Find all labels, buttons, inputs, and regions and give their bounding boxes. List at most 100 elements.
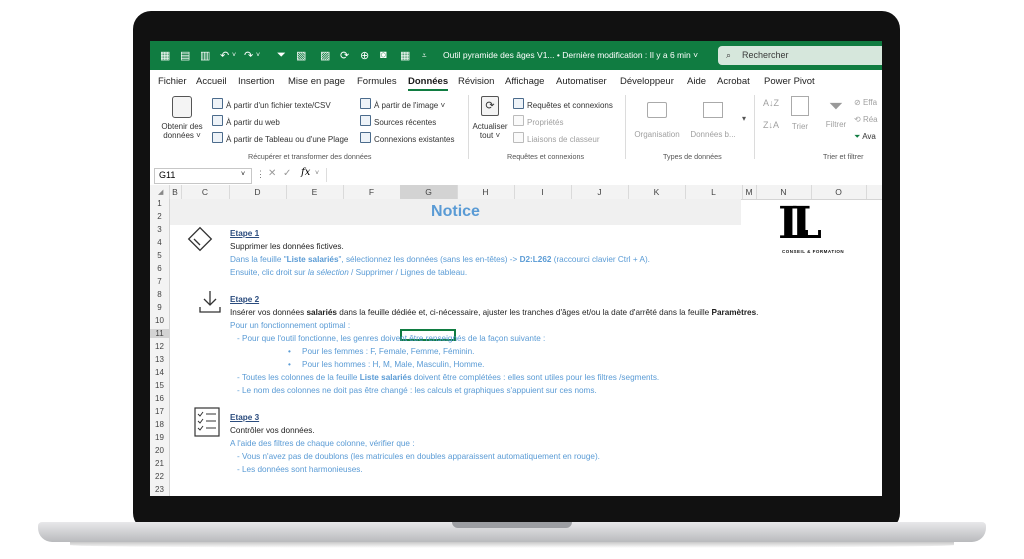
tab-automatiser[interactable]: Automatiser bbox=[556, 76, 607, 87]
tab-donnees[interactable]: Données bbox=[408, 76, 449, 91]
row-header[interactable]: 6 bbox=[150, 264, 169, 273]
column-header-h[interactable]: H bbox=[457, 187, 514, 197]
column-header-c[interactable]: C bbox=[181, 187, 229, 197]
organisation-type-button[interactable]: Organisation bbox=[628, 96, 686, 146]
camera-icon[interactable]: ◙ bbox=[380, 49, 387, 61]
calculator-icon[interactable]: ▦ bbox=[400, 49, 410, 62]
save-as-icon[interactable]: ▥ bbox=[200, 49, 210, 62]
search-box[interactable]: ⌕ Rechercher bbox=[718, 46, 882, 65]
row-header[interactable]: 1 bbox=[150, 199, 169, 208]
column-header-g[interactable]: G bbox=[400, 185, 457, 199]
advanced-button[interactable]: ⏷ Ava bbox=[854, 132, 876, 142]
row-header[interactable]: 20 bbox=[150, 446, 169, 455]
undo-icon[interactable]: ↶ bbox=[220, 49, 229, 62]
row-header-selected[interactable]: 11 bbox=[150, 329, 169, 338]
chevron-down-icon[interactable]: ˅ bbox=[315, 170, 319, 177]
tab-acrobat[interactable]: Acrobat bbox=[717, 76, 750, 87]
logo-letters: LL bbox=[778, 198, 822, 249]
row-header[interactable]: 15 bbox=[150, 381, 169, 390]
from-text-button[interactable]: À partir d'un fichier texte/CSV bbox=[212, 98, 331, 110]
tab-aide[interactable]: Aide bbox=[687, 76, 706, 87]
text-fragment-bold: Liste salariés bbox=[286, 255, 339, 264]
column-header-l[interactable]: L bbox=[685, 187, 742, 197]
row-header[interactable]: 7 bbox=[150, 277, 169, 286]
document-title[interactable]: Outil pyramide des âges V1... • Dernière… bbox=[443, 50, 698, 60]
column-header-i[interactable]: I bbox=[514, 187, 571, 197]
row-header[interactable]: 14 bbox=[150, 368, 169, 377]
column-header-j[interactable]: J bbox=[571, 187, 628, 197]
tab-formules[interactable]: Formules bbox=[357, 76, 397, 87]
queries-connections-button[interactable]: Requêtes et connexions bbox=[513, 98, 613, 110]
clear-filter-icon[interactable]: ▧ bbox=[296, 49, 306, 62]
row-header[interactable]: 16 bbox=[150, 394, 169, 403]
column-header-f[interactable]: F bbox=[343, 187, 400, 197]
customize-qat-icon[interactable]: ⩡ bbox=[422, 51, 427, 61]
row-header[interactable]: 21 bbox=[150, 459, 169, 468]
row-header[interactable]: 18 bbox=[150, 420, 169, 429]
column-header-n[interactable]: N bbox=[756, 187, 811, 197]
existing-connections-button[interactable]: Connexions existantes bbox=[360, 132, 455, 144]
row-header[interactable]: 9 bbox=[150, 303, 169, 312]
confirm-icon[interactable]: ✓ bbox=[283, 168, 291, 179]
tab-accueil[interactable]: Accueil bbox=[196, 76, 227, 87]
filter-button[interactable]: ⏷ Filtrer bbox=[822, 96, 850, 146]
row-header[interactable]: 12 bbox=[150, 342, 169, 351]
reapply-label: Réa bbox=[862, 115, 878, 124]
tab-insertion[interactable]: Insertion bbox=[238, 76, 274, 87]
sort-descending-icon[interactable]: Z↓A bbox=[763, 120, 779, 130]
tab-affichage[interactable]: Affichage bbox=[505, 76, 544, 87]
column-header-m[interactable]: M bbox=[742, 187, 756, 197]
column-header-b[interactable]: B bbox=[169, 187, 181, 197]
edit-links-button[interactable]: Liaisons de classeur bbox=[513, 132, 599, 144]
reapply-button[interactable]: ⟲ Réa bbox=[854, 115, 878, 124]
row-header[interactable]: 4 bbox=[150, 238, 169, 247]
name-box[interactable]: G11 ˅ bbox=[154, 168, 252, 184]
get-data-button[interactable]: Obtenir des données ˅ bbox=[158, 96, 206, 146]
redo-icon[interactable]: ↷ bbox=[244, 49, 253, 62]
tab-mise-en-page[interactable]: Mise en page bbox=[288, 76, 345, 87]
row-header[interactable]: 17 bbox=[150, 407, 169, 416]
row-header[interactable]: 13 bbox=[150, 355, 169, 364]
tab-fichier[interactable]: Fichier bbox=[158, 76, 187, 87]
etape-2-line-1: Insérer vos données salariés dans la feu… bbox=[230, 308, 758, 317]
tab-developpeur[interactable]: Développeur bbox=[620, 76, 674, 87]
from-web-button[interactable]: À partir du web bbox=[212, 115, 280, 127]
row-header[interactable]: 2 bbox=[150, 212, 169, 221]
stocks-type-button[interactable]: Données b... bbox=[686, 96, 740, 146]
refresh-icon[interactable]: ⟳ bbox=[340, 49, 349, 62]
row-header[interactable]: 8 bbox=[150, 290, 169, 299]
row-header[interactable]: 10 bbox=[150, 316, 169, 325]
recent-sources-button[interactable]: Sources récentes bbox=[360, 115, 436, 127]
pivot-icon[interactable]: ▨ bbox=[320, 49, 330, 62]
row-header[interactable]: 5 bbox=[150, 251, 169, 260]
from-image-button[interactable]: À partir de l'image ˅ bbox=[360, 98, 445, 110]
formula-input[interactable] bbox=[326, 168, 882, 182]
column-header-k[interactable]: K bbox=[628, 187, 685, 197]
filter-icon[interactable]: ⏷ bbox=[277, 49, 286, 62]
undo-dropdown-icon[interactable]: ˅ bbox=[232, 52, 236, 59]
column-header-e[interactable]: E bbox=[286, 187, 343, 197]
row-header[interactable]: 22 bbox=[150, 472, 169, 481]
excel-app-icon[interactable]: ▦ bbox=[160, 49, 170, 62]
column-header-d[interactable]: D bbox=[229, 187, 286, 197]
save-icon[interactable]: ▤ bbox=[180, 49, 190, 62]
tab-power-pivot[interactable]: Power Pivot bbox=[764, 76, 815, 87]
properties-button[interactable]: Propriétés bbox=[513, 115, 563, 127]
row-header[interactable]: 19 bbox=[150, 433, 169, 442]
redo-dropdown-icon[interactable]: ˅ bbox=[256, 52, 260, 59]
zoom-icon[interactable]: ⊕ bbox=[360, 49, 369, 62]
select-all-icon[interactable]: ◢ bbox=[158, 188, 163, 196]
refresh-all-button[interactable]: ⟳ Actualiser tout ˅ bbox=[472, 96, 508, 146]
insert-function-icon[interactable]: fx bbox=[301, 167, 310, 178]
row-header[interactable]: 3 bbox=[150, 225, 169, 234]
more-options-icon[interactable]: ⋮ bbox=[256, 169, 265, 180]
cancel-icon[interactable]: ✕ bbox=[268, 168, 276, 179]
row-header[interactable]: 23 bbox=[150, 485, 169, 494]
data-types-more-icon[interactable]: ▾ bbox=[742, 114, 746, 123]
tab-revision[interactable]: Révision bbox=[458, 76, 494, 87]
from-table-button[interactable]: À partir de Tableau ou d'une Plage bbox=[212, 132, 348, 144]
column-header-o[interactable]: O bbox=[811, 187, 866, 197]
sort-ascending-icon[interactable]: A↓Z bbox=[763, 98, 779, 108]
clear-button[interactable]: ⊘ Effa bbox=[854, 98, 877, 107]
sort-button[interactable]: Trier bbox=[786, 96, 814, 146]
